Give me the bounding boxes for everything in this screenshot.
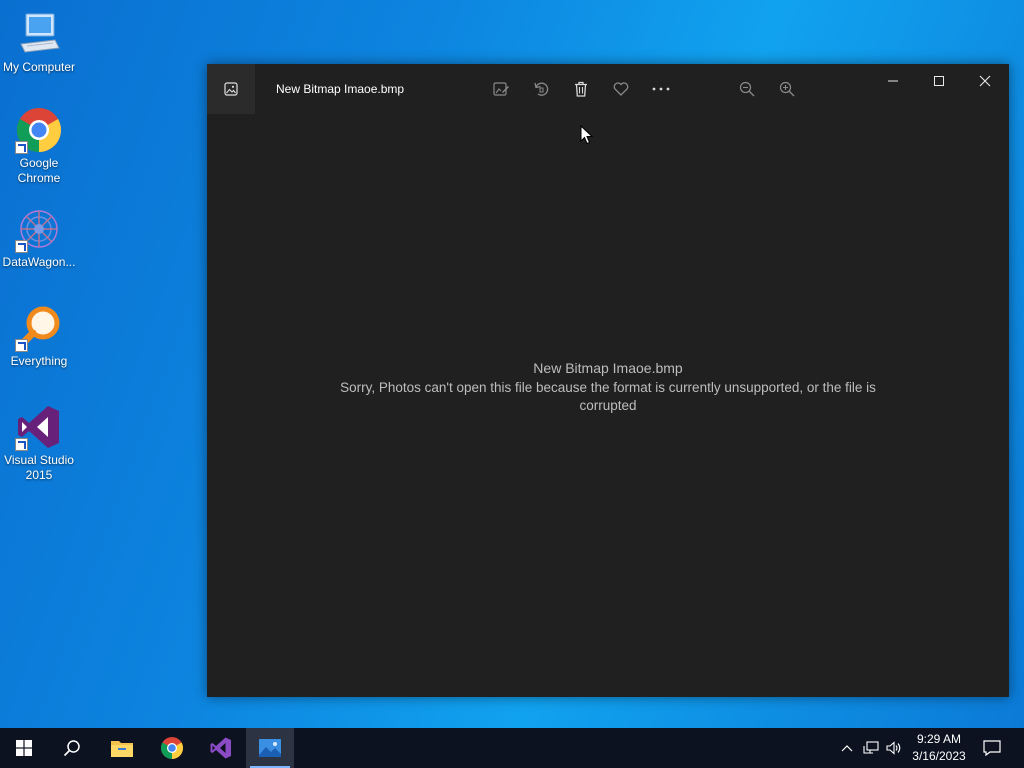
desktop-icon-google-chrome[interactable]: Google Chrome (0, 106, 78, 186)
error-title: New Bitmap Imaoe.bmp (533, 360, 683, 376)
shortcut-arrow-icon (15, 339, 28, 352)
maximize-icon (934, 76, 944, 86)
error-message-line-1: Sorry, Photos can't open this file becau… (340, 380, 876, 395)
search-icon (63, 740, 80, 757)
shortcut-arrow-icon (15, 141, 28, 154)
shortcut-arrow-icon (15, 240, 28, 253)
favorite-button[interactable] (608, 78, 634, 100)
notification-icon (983, 740, 1001, 756)
desktop-icon-my-computer[interactable]: My Computer (0, 10, 78, 75)
taskbar-file-explorer[interactable] (98, 728, 146, 768)
photos-app-icon (259, 739, 281, 757)
clock[interactable]: 9:29 AM 3/16/2023 (907, 728, 971, 768)
datawagon-icon (15, 205, 63, 253)
taskbar-photos[interactable] (246, 728, 294, 768)
clock-date: 3/16/2023 (912, 749, 966, 763)
desktop-icon-label: My Computer (2, 60, 76, 74)
rotate-button[interactable] (528, 78, 554, 100)
mouse-cursor-icon (580, 125, 594, 145)
search-button[interactable] (48, 728, 96, 768)
error-message-line-2: corrupted (579, 398, 637, 413)
clock-time: 9:29 AM (916, 732, 961, 746)
maximize-button[interactable] (916, 64, 962, 98)
speaker-icon (886, 741, 901, 755)
taskbar: 9:29 AM 3/16/2023 (0, 728, 1024, 768)
network-icon (863, 741, 879, 754)
taskbar-visual-studio[interactable] (197, 728, 245, 768)
photos-app-button[interactable] (207, 64, 255, 114)
more-options-button[interactable] (648, 78, 674, 100)
network-button[interactable] (860, 728, 882, 768)
action-center-button[interactable] (978, 728, 1006, 768)
shortcut-arrow-icon (15, 438, 28, 451)
more-icon (652, 87, 670, 91)
desktop-icon-label: Visual Studio 2015 (4, 453, 74, 482)
computer-icon (15, 10, 63, 58)
edit-image-icon (493, 82, 509, 96)
windows-logo-icon (16, 740, 32, 756)
close-icon (979, 75, 991, 87)
taskbar-chrome[interactable] (148, 728, 196, 768)
folder-icon (111, 741, 133, 757)
chevron-up-icon (841, 745, 853, 752)
close-button[interactable] (962, 64, 1008, 98)
edit-button[interactable] (488, 78, 514, 100)
trash-icon (575, 81, 587, 97)
heart-icon (613, 82, 629, 96)
desktop-icon-datawagon[interactable]: DataWagon... (0, 205, 78, 270)
visual-studio-icon (15, 403, 63, 451)
desktop-icon-everything[interactable]: Everything (0, 304, 78, 369)
show-hidden-icons-button[interactable] (836, 728, 858, 768)
chrome-icon (15, 106, 63, 154)
volume-button[interactable] (883, 728, 905, 768)
delete-button[interactable] (568, 78, 594, 100)
rotate-icon (534, 82, 549, 96)
zoom-out-button[interactable] (734, 78, 760, 100)
title-bar[interactable]: New Bitmap Imaoe.bmp (207, 64, 1009, 114)
zoom-in-icon (779, 81, 795, 97)
chrome-icon (161, 737, 183, 759)
file-title: New Bitmap Imaoe.bmp (276, 82, 405, 96)
zoom-in-button[interactable] (774, 78, 800, 100)
zoom-out-icon (739, 81, 755, 97)
desktop-icon-label: Google Chrome (17, 156, 61, 185)
minimize-button[interactable] (870, 64, 916, 98)
everything-search-icon (15, 304, 63, 352)
start-button[interactable] (0, 728, 48, 768)
desktop-icon-visual-studio[interactable]: Visual Studio 2015 (0, 403, 78, 483)
visual-studio-icon (210, 737, 231, 759)
photos-window: New Bitmap Imaoe.bmp New Bitmap Imaoe.bm… (207, 64, 1009, 697)
desktop-icon-label: Everything (10, 354, 68, 368)
minimize-icon (888, 80, 898, 82)
photo-icon (224, 82, 238, 96)
desktop-icon-label: DataWagon... (2, 255, 76, 269)
